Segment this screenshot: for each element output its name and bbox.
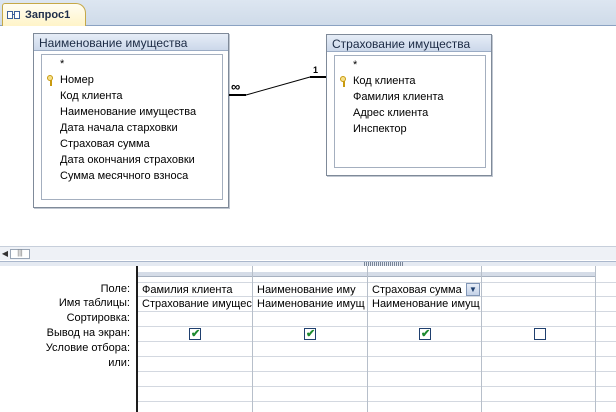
row-label-or: или: [108, 357, 130, 369]
document-tab-strip: Запрос1 [0, 0, 616, 26]
tab-query1[interactable]: Запрос1 [2, 3, 86, 26]
row-label-table: Имя таблицы: [58, 297, 130, 309]
scroll-left-icon[interactable]: ◀ [0, 249, 10, 258]
primary-key-icon [339, 76, 347, 87]
table-title[interactable]: Страхование имущества [327, 35, 491, 52]
field-all[interactable]: * [42, 56, 222, 72]
tab-label: Запрос1 [25, 9, 71, 21]
grid-field-cell[interactable]: Страховая сумма [369, 283, 465, 298]
row-label-sort: Сортировка: [66, 312, 130, 324]
grid-field-cell[interactable]: Фамилия клиента [139, 283, 252, 298]
field-list[interactable]: * Номер Код клиента Наименование имущест… [41, 54, 223, 200]
table-strakhovanie-imushchestva[interactable]: Страхование имущества * Код клиента Фами… [326, 34, 492, 176]
query-design-grid[interactable]: Поле: Имя таблицы: Сортировка: Вывод на … [0, 266, 616, 412]
field-kod-klienta[interactable]: Код клиента [335, 73, 485, 89]
table-naimenovanie-imushchestva[interactable]: Наименование имущества * Номер Код клиен… [33, 33, 229, 208]
field-list[interactable]: * Код клиента Фамилия клиента Адрес клие… [334, 55, 486, 168]
check-icon: ✔ [421, 328, 431, 340]
field-strakhovaya-summa[interactable]: Страховая сумма [42, 136, 222, 152]
many-side-symbol: ∞ [231, 79, 241, 94]
show-checkbox-unchecked[interactable] [534, 328, 546, 340]
field-all[interactable]: * [335, 57, 485, 73]
field-kod-klienta[interactable]: Код клиента [42, 88, 222, 104]
one-side-symbol: 1 [313, 65, 319, 75]
pane-splitter: ◀ ||| [0, 246, 616, 267]
field-familiya-klienta[interactable]: Фамилия клиента [335, 89, 485, 105]
grid-table-cell[interactable]: Наименование имущ [369, 297, 481, 312]
grid-table-cell[interactable]: Страхование имущес [139, 297, 252, 312]
primary-key-icon [46, 75, 54, 86]
grid-table-cell[interactable] [483, 297, 595, 312]
query-icon [7, 9, 21, 21]
field-naimenovanie-imushchestva[interactable]: Наименование имущества [42, 104, 222, 120]
check-icon: ✔ [306, 328, 316, 340]
field-adres-klienta[interactable]: Адрес клиента [335, 105, 485, 121]
row-label-field: Поле: [100, 283, 130, 295]
check-icon: ✔ [191, 328, 201, 340]
grid-body[interactable]: Фамилия клиента Страхование имущес ✔ Наи… [136, 266, 616, 412]
field-summa-vznosa[interactable]: Сумма месячного взноса [42, 168, 222, 184]
grid-table-cell[interactable]: Наименование имущ [254, 297, 367, 312]
field-nomer[interactable]: Номер [42, 72, 222, 88]
show-checkbox[interactable]: ✔ [304, 328, 316, 340]
row-label-criteria: Условие отбора: [45, 342, 130, 354]
field-inspektor[interactable]: Инспектор [335, 121, 485, 137]
table-title[interactable]: Наименование имущества [34, 34, 228, 51]
scroll-thumb[interactable]: ||| [10, 248, 30, 259]
row-label-show: Вывод на экран: [46, 327, 130, 339]
grid-field-cell[interactable] [483, 283, 595, 298]
field-data-okonchaniya[interactable]: Дата окончания страховки [42, 152, 222, 168]
show-checkbox[interactable]: ✔ [419, 328, 431, 340]
row-labels: Поле: Имя таблицы: Сортировка: Вывод на … [0, 266, 136, 412]
query-design-pane[interactable]: Наименование имущества * Номер Код клиен… [0, 27, 616, 246]
chevron-down-icon[interactable]: ▼ [466, 283, 480, 296]
horizontal-scrollbar[interactable]: ◀ ||| [0, 247, 34, 260]
grid-field-cell[interactable]: Наименование иму [254, 283, 367, 298]
field-data-nachala[interactable]: Дата начала старховки [42, 120, 222, 136]
show-checkbox[interactable]: ✔ [189, 328, 201, 340]
